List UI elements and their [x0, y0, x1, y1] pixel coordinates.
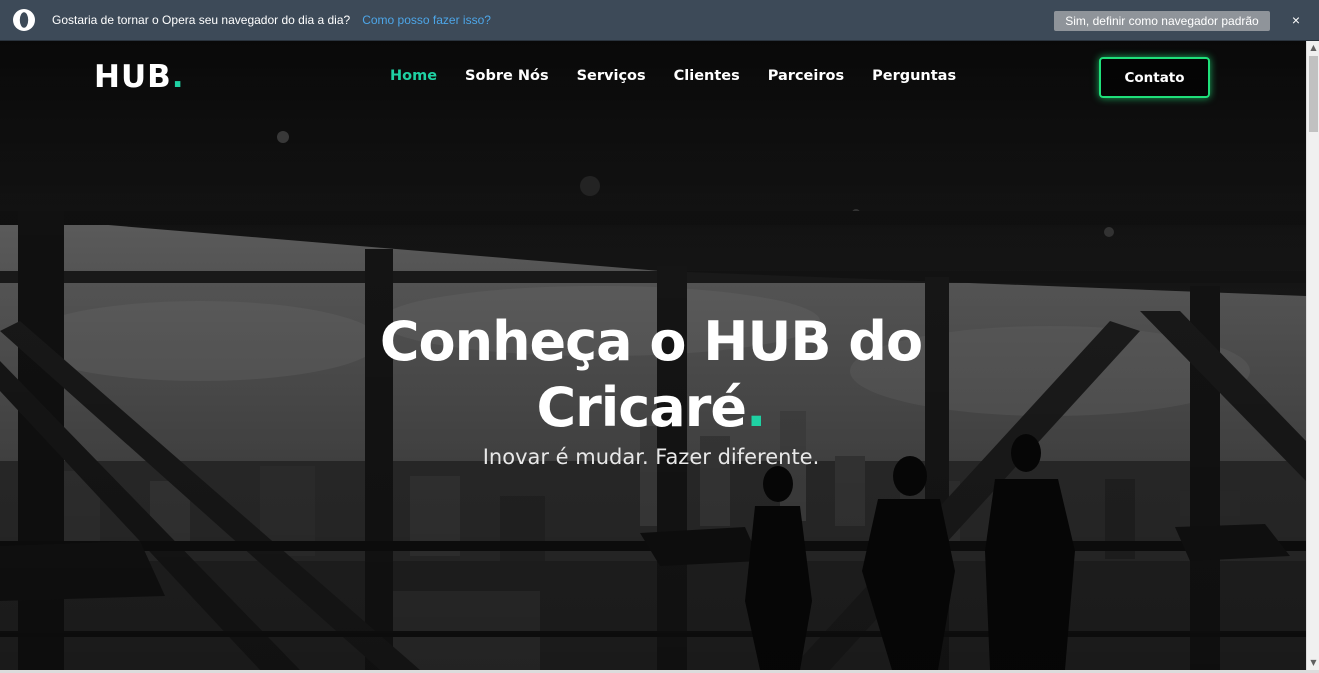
close-icon[interactable]: × — [1287, 10, 1305, 30]
nav-link-perguntas[interactable]: Perguntas — [872, 68, 956, 84]
nav-link-sobre-nos[interactable]: Sobre Nós — [465, 68, 549, 84]
nav-link-home[interactable]: Home — [390, 68, 437, 84]
nav-menu: Home Sobre Nós Serviços Clientes Parceir… — [376, 68, 970, 84]
logo-text: HUB — [94, 59, 172, 95]
hero-title-line1: Conheça o HUB do — [379, 310, 923, 373]
nav-link-clientes[interactable]: Clientes — [674, 68, 740, 84]
scrollbar-thumb[interactable] — [1309, 56, 1318, 132]
site-navbar: HUB. Home Sobre Nós Serviços Clientes Pa… — [0, 41, 1306, 117]
vertical-scrollbar[interactable]: ▲ ▼ — [1306, 41, 1319, 670]
set-default-browser-button[interactable]: Sim, definir como navegador padrão — [1054, 11, 1270, 31]
scroll-down-icon[interactable]: ▼ — [1307, 656, 1319, 670]
default-browser-infobar: Gostaria de tornar o Opera seu navegador… — [0, 0, 1319, 41]
scroll-up-icon[interactable]: ▲ — [1307, 41, 1319, 55]
hero-subtitle: Inovar é mudar. Fazer diferente. — [482, 445, 820, 469]
opera-logo-icon — [12, 8, 36, 32]
how-to-link[interactable]: Como posso fazer isso? — [362, 13, 491, 27]
nav-link-servicos[interactable]: Serviços — [577, 68, 646, 84]
hero-title-dot: . — [745, 376, 766, 439]
logo-dot: . — [171, 59, 185, 95]
hero-title: Conheça o HUB do Cricaré. — [330, 309, 972, 441]
page-viewport: HUB. Home Sobre Nós Serviços Clientes Pa… — [0, 41, 1306, 670]
contact-button[interactable]: Contato — [1099, 57, 1210, 98]
infobar-message: Gostaria de tornar o Opera seu navegador… — [52, 13, 351, 27]
nav-link-parceiros[interactable]: Parceiros — [768, 68, 844, 84]
site-logo[interactable]: HUB. — [94, 59, 185, 95]
hero-title-line2: Cricaré — [536, 376, 747, 439]
